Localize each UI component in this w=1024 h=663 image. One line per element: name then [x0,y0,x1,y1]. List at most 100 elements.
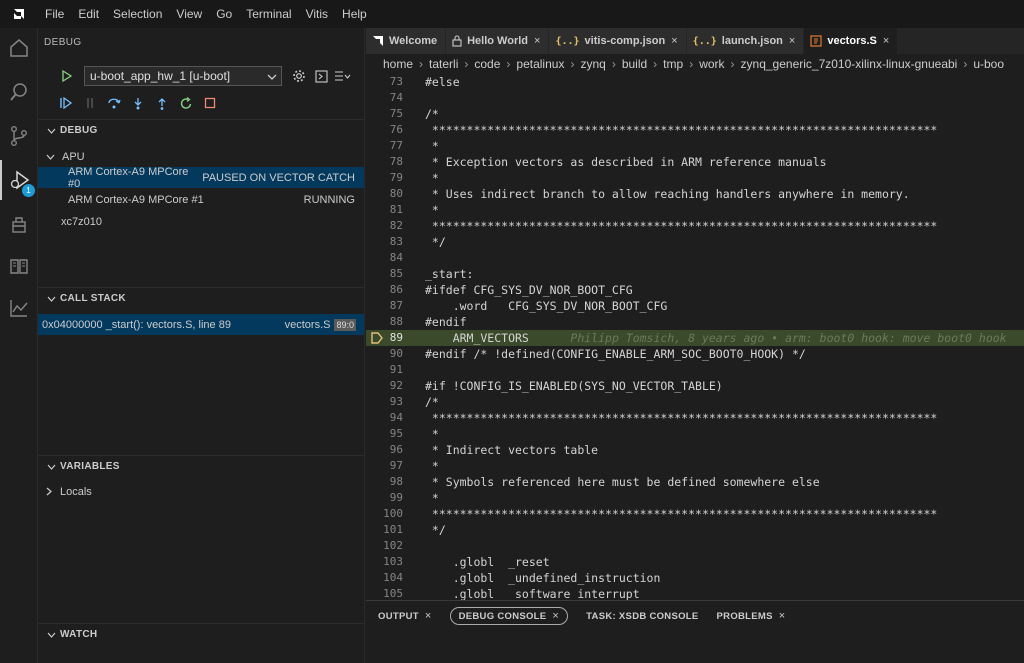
close-icon[interactable]: × [534,35,540,47]
breadcrumb-segment[interactable]: u-boo [973,57,1004,71]
book-icon[interactable] [0,246,38,286]
line-number[interactable]: 84 [366,250,403,266]
stop-icon[interactable] [198,93,222,113]
debug-section-header[interactable]: DEBUG [38,119,364,141]
line-number[interactable]: 104 [366,570,403,586]
line-number[interactable]: 82 [366,218,403,234]
line-number[interactable]: 74 [366,90,403,106]
line-number[interactable]: 78 [366,154,403,170]
line-number[interactable]: 102 [366,538,403,554]
start-debugging-icon[interactable] [56,66,78,86]
panel-tab-task-xsdb-console[interactable]: TASK: XSDB CONSOLE [586,611,698,622]
code-editor[interactable]: 73 #else 74 75/* 76 ************************… [366,74,1024,600]
close-icon[interactable]: × [779,610,786,622]
search-icon[interactable] [0,72,38,112]
panel-tab-debug-console[interactable]: DEBUG CONSOLE × [449,607,569,625]
breadcrumb-segment[interactable]: zynq_generic_7z010-xilinx-linux-gnueabi [741,57,958,71]
run-debug-icon[interactable]: 1 [0,160,38,200]
line-number[interactable]: 81 [366,202,403,218]
restart-icon[interactable] [174,93,198,113]
line-number[interactable]: 86 [366,282,403,298]
panel-tab-problems[interactable]: PROBLEMS × [717,610,786,622]
menu-view[interactable]: View [169,0,209,28]
breadcrumb-segment[interactable]: work [699,57,724,71]
line-number[interactable]: 88 [366,314,403,330]
line-number[interactable]: 100 [366,506,403,522]
menu-help[interactable]: Help [335,0,374,28]
line-number[interactable]: 87 [366,298,403,314]
step-over-icon[interactable] [102,93,126,113]
line-number[interactable]: 98 [366,474,403,490]
tab-vectors-s[interactable]: vectors.S × [804,28,899,54]
line-number[interactable]: 94 [366,410,403,426]
call-stack-section-header[interactable]: CALL STACK [38,287,364,309]
menu-go[interactable]: Go [209,0,239,28]
close-icon[interactable]: × [789,35,795,47]
thread-row[interactable]: ARM Cortex-A9 MPCore #1 RUNNING [38,189,364,210]
launch-config-select[interactable]: u-boot_app_hw_1 [u-boot] [84,66,282,86]
line-number[interactable]: 101 [366,522,403,538]
close-icon[interactable]: × [425,610,432,622]
tab-vitis-comp-json[interactable]: {..} vitis-comp.json × [549,28,687,54]
pause-icon[interactable] [78,93,102,113]
close-icon[interactable]: × [671,35,677,47]
panel-tab-output[interactable]: OUTPUT × [378,610,432,622]
line-number[interactable]: 80 [366,186,403,202]
tab-welcome[interactable]: Welcome [366,28,447,54]
extensions-icon[interactable] [0,204,38,244]
analytics-icon[interactable] [0,288,38,328]
line-number[interactable]: 103 [366,554,403,570]
breadcrumb-segment[interactable]: code [474,57,500,71]
line-number[interactable]: 99 [366,490,403,506]
step-out-icon[interactable] [150,93,174,113]
step-into-icon[interactable] [126,93,150,113]
home-icon[interactable] [0,28,38,68]
line-number[interactable]: 92 [366,378,403,394]
menu-file[interactable]: File [38,0,71,28]
line-number[interactable]: 77 [366,138,403,154]
stack-frame-row[interactable]: 0x04000000 _start(): vectors.S, line 89 … [38,314,364,335]
debug-console-toggle-icon[interactable] [310,66,332,86]
gear-icon[interactable] [288,66,310,86]
close-icon[interactable]: × [883,35,889,47]
code-line: 105 .globl _software_interrupt [366,586,1024,600]
line-number[interactable]: 95 [366,426,403,442]
tab-hello-world[interactable]: Hello World × [446,28,550,54]
tab-launch-json[interactable]: {..} launch.json × [686,28,805,54]
tree-item-locals[interactable]: Locals [38,481,364,502]
breadcrumb-segment[interactable]: zynq [580,57,605,71]
line-number[interactable]: 93 [366,394,403,410]
tree-item-target[interactable]: xc7z010 [38,211,364,232]
line-number[interactable]: 85 [366,266,403,282]
breadcrumb-segment[interactable]: tmp [663,57,683,71]
line-number[interactable]: 76 [366,122,403,138]
thread-row[interactable]: ARM Cortex-A9 MPCore #0 PAUSED ON VECTOR… [38,166,364,190]
variables-section-header[interactable]: VARIABLES [38,455,364,477]
breadcrumb-segment[interactable]: build [622,57,647,71]
code-text: * Uses indirect branch to allow reaching… [425,187,910,201]
breadcrumb-segment[interactable]: home [383,57,413,71]
line-number[interactable]: 105 [366,586,403,600]
more-actions-icon[interactable] [332,66,354,86]
thread-name: ARM Cortex-A9 MPCore #1 [68,193,204,206]
line-number[interactable]: 75 [366,106,403,122]
line-number[interactable]: 73 [366,74,403,90]
breadcrumb: home › taterli › code › petalinux › zynq › build › t… [366,54,1024,74]
line-number[interactable]: 97 [366,458,403,474]
line-number[interactable]: 79 [366,170,403,186]
continue-icon[interactable] [54,93,78,113]
breadcrumb-segment[interactable]: taterli [429,57,458,71]
menu-edit[interactable]: Edit [71,0,106,28]
menu-selection[interactable]: Selection [106,0,169,28]
tree-item-apu[interactable]: APU [38,146,364,167]
watch-section-header[interactable]: WATCH [38,623,364,645]
source-control-icon[interactable] [0,116,38,156]
line-number[interactable]: 91 [366,362,403,378]
menu-vitis[interactable]: Vitis [299,0,335,28]
line-number[interactable]: 83 [366,234,403,250]
line-number[interactable]: 96 [366,442,403,458]
close-icon[interactable]: × [552,610,559,622]
breadcrumb-segment[interactable]: petalinux [516,57,564,71]
line-number[interactable]: 90 [366,346,403,362]
menu-terminal[interactable]: Terminal [239,0,298,28]
